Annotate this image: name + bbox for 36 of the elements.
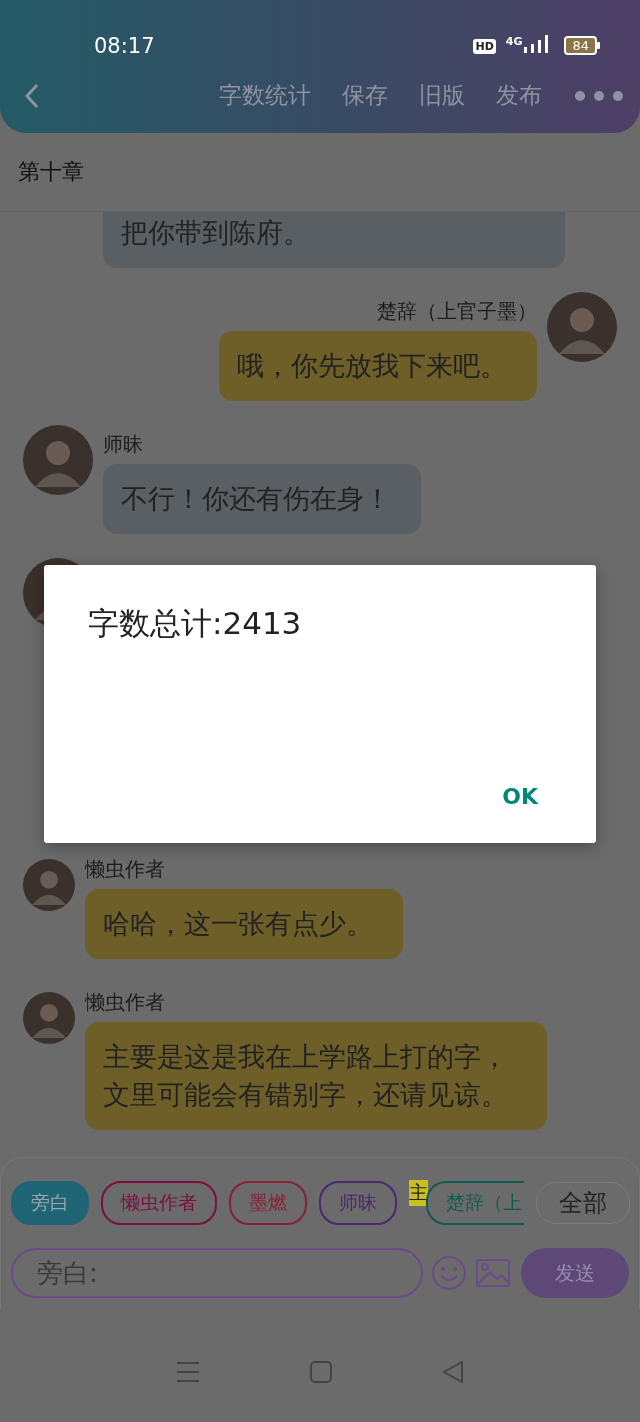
toolbar-action[interactable]: 发布	[496, 80, 542, 111]
toolbar-action[interactable]: 旧版	[419, 80, 465, 111]
role-chip[interactable]: 墨燃	[229, 1181, 307, 1225]
sender-name: 懒虫作者	[85, 856, 165, 883]
sender-name: 师昧	[103, 431, 143, 458]
role-chip[interactable]: 旁白	[11, 1181, 89, 1225]
avatar	[23, 425, 93, 495]
message-bubble: 主要是这是我在上学路上打的字，文里可能会有错别字，还请见谅。	[85, 1022, 547, 1130]
message-bubble: 哈哈，这一张有点少。	[85, 889, 403, 959]
send-button[interactable]: 发送	[521, 1248, 629, 1298]
chapter-title: 第十章	[18, 158, 84, 186]
message-bubble: 哦，你先放我下来吧。	[219, 331, 537, 401]
sender-name: 楚辞（上官子墨）	[377, 298, 537, 325]
message-bubble: 不行！你还有伤在身！	[103, 464, 421, 534]
dialog-message: 字数总计:2413	[88, 604, 303, 643]
battery-level: 84	[564, 36, 597, 55]
toolbar-action[interactable]: 保存	[342, 80, 388, 111]
toolbar-action[interactable]: 字数统计	[219, 80, 311, 111]
role-chip[interactable]: 师昧	[319, 1181, 397, 1225]
role-tag: 主	[409, 1180, 428, 1206]
all-button[interactable]: 全部	[536, 1182, 630, 1224]
avatar	[547, 292, 617, 362]
sender-name: 懒虫作者	[85, 989, 165, 1016]
smiley-icon[interactable]	[431, 1255, 467, 1291]
status-time: 08:17	[94, 34, 156, 58]
home-icon[interactable]	[310, 1361, 332, 1383]
signal-icon	[524, 35, 551, 53]
ok-button[interactable]: OK	[488, 780, 552, 813]
role-chip[interactable]: 楚辞（上	[426, 1181, 524, 1225]
more-icon[interactable]	[574, 89, 624, 102]
message-bubble: 把你带到陈府。	[103, 212, 565, 268]
back-nav-icon[interactable]	[442, 1361, 464, 1383]
network-type: 4G	[505, 35, 523, 48]
hd-badge: HD	[473, 39, 496, 54]
menu-icon[interactable]	[176, 1361, 200, 1383]
role-chip[interactable]: 懒虫作者	[101, 1181, 217, 1225]
